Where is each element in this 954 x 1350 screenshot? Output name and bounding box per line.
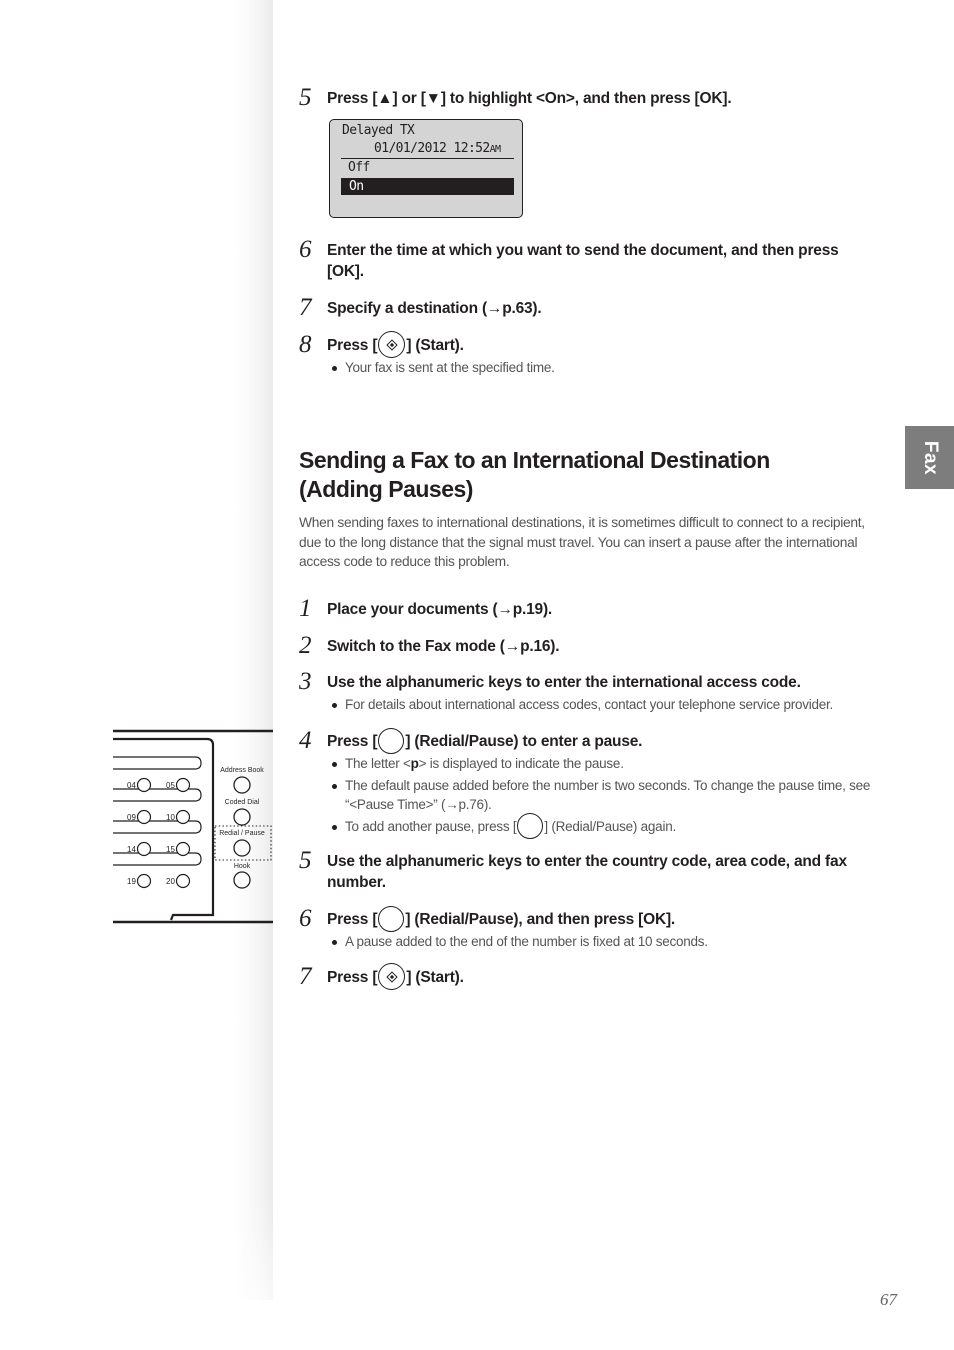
step-5-country-code: 5 Use the alphanumeric keys to enter the…	[299, 847, 879, 893]
panel-button-label: Coded Dial	[225, 799, 260, 806]
step-text: Press [▲] or [▼] to highlight <On>, and …	[327, 90, 732, 107]
panel-button-label: Hook	[234, 863, 251, 870]
step-7-press-start: 7 Press [] (Start).	[299, 963, 879, 991]
step-number: 7	[299, 963, 312, 990]
coded-dial-button	[233, 808, 251, 826]
one-touch-key-label: 20	[166, 877, 175, 886]
note-item: A pause added to the end of the number i…	[329, 932, 879, 952]
panel-button-label: Address Book	[220, 767, 264, 774]
step-text: Enter the time at which you want to send…	[327, 242, 839, 280]
step-2-fax-mode: 2 Switch to the Fax mode (→p.16).	[299, 632, 879, 659]
step-text: Specify a destination (→p.63).	[327, 300, 542, 317]
step-5-highlight-on: 5 Press [▲] or [▼] to highlight <On>, an…	[299, 84, 879, 111]
step-number: 7	[299, 294, 312, 321]
step-4-enter-pause: 4 Press [] (Redial/Pause) to enter a pau…	[299, 727, 879, 839]
step-notes: A pause added to the end of the number i…	[329, 932, 879, 952]
one-touch-key-label: 05	[166, 781, 175, 790]
step-8-press-start: 8 Press [] (Start). Your fax is sent at …	[299, 331, 879, 380]
step-text: Press [] (Start).	[327, 963, 879, 991]
one-touch-key-20	[175, 873, 191, 889]
step-text: Press [] (Start).	[327, 331, 879, 359]
lcd-option-on-selected: On	[341, 178, 514, 195]
one-touch-key-09	[136, 809, 152, 825]
one-touch-panel-outline	[113, 737, 215, 921]
step-text: Use the alphanumeric keys to enter the i…	[327, 674, 801, 691]
step-notes: The letter <p> is displayed to indicate …	[329, 754, 879, 839]
step-number: 6	[299, 905, 312, 932]
step-number: 6	[299, 236, 312, 263]
one-touch-key-label: 04	[127, 781, 136, 790]
step-text: Press [] (Redial/Pause) to enter a pause…	[327, 727, 879, 754]
one-touch-key-14	[136, 841, 152, 857]
step-notes: For details about international access c…	[329, 695, 879, 715]
step-3-access-code: 3 Use the alphanumeric keys to enter the…	[299, 668, 879, 717]
step-text: Place your documents (→p.19).	[327, 601, 553, 618]
step-number: 4	[299, 727, 312, 754]
step-text: Use the alphanumeric keys to enter the c…	[327, 853, 847, 891]
one-touch-key-10	[175, 809, 191, 825]
one-touch-key-label: 09	[127, 813, 136, 822]
one-touch-key-05	[175, 777, 191, 793]
start-button-icon	[378, 963, 406, 991]
note-item: The letter <p> is displayed to indicate …	[329, 754, 879, 774]
panel-button-label: Redial / Pause	[219, 830, 265, 837]
note-item: The default pause added before the numbe…	[329, 776, 879, 815]
label-strip	[113, 756, 202, 770]
page-gutter-shadow-fade	[235, 1200, 275, 1350]
step-number: 8	[299, 331, 312, 358]
page-gutter-shadow	[235, 0, 273, 1300]
one-touch-key-label: 14	[127, 845, 136, 854]
step-text: Press [] (Redial/Pause), and then press …	[327, 905, 879, 932]
one-touch-key-15	[175, 841, 191, 857]
step-number: 3	[299, 668, 312, 695]
page-number: 67	[880, 1290, 897, 1309]
step-number: 5	[299, 847, 312, 874]
step-number: 2	[299, 632, 312, 659]
step-1-place-documents: 1 Place your documents (→p.19).	[299, 595, 879, 622]
redial-pause-button-icon	[378, 727, 405, 754]
redial-pause-button-icon	[517, 812, 544, 839]
step-6-enter-time: 6 Enter the time at which you want to se…	[299, 236, 879, 282]
one-touch-key-label: 15	[166, 845, 175, 854]
lcd-display: Delayed TX 01/01/2012 12:52AM Off On	[329, 119, 523, 218]
chapter-tab-fax[interactable]: Fax	[905, 426, 954, 489]
chapter-tab-label: Fax	[919, 440, 941, 475]
label-strip	[113, 820, 202, 834]
label-strip	[113, 788, 202, 802]
one-touch-key-label: 10	[166, 813, 175, 822]
lcd-datetime: 01/01/2012 12:52AM	[374, 141, 501, 156]
lcd-divider	[341, 158, 514, 159]
redial-pause-button	[233, 839, 251, 857]
note-item: To add another pause, press [] (Redial/P…	[329, 812, 879, 839]
one-touch-key-label: 19	[127, 877, 136, 886]
step-number: 1	[299, 595, 312, 622]
lcd-title: Delayed TX	[342, 123, 415, 138]
step-6-redial-pause-ok: 6 Press [] (Redial/Pause), and then pres…	[299, 905, 879, 954]
address-book-button	[233, 776, 251, 794]
control-panel-drawing: 04 05 09 10 14 15 19 20 Address Book Coded Dial R…	[113, 729, 273, 924]
section-intro: When sending faxes to international dest…	[299, 515, 865, 570]
step-7-specify-destination: 7 Specify a destination (→p.63).	[299, 294, 879, 321]
lcd-option-off: Off	[348, 160, 370, 175]
one-touch-key-04	[136, 777, 152, 793]
label-strip	[113, 852, 202, 866]
control-panel-illustration: 04 05 09 10 14 15 19 20 Address Book Coded Dial R…	[113, 729, 273, 925]
step-notes: Your fax is sent at the specified time.	[329, 358, 879, 378]
note-item: For details about international access c…	[329, 695, 879, 715]
redial-pause-button-icon	[378, 905, 405, 932]
step-number: 5	[299, 84, 312, 111]
hook-button	[233, 871, 251, 889]
one-touch-key-19	[136, 873, 152, 889]
step-text: Switch to the Fax mode (→p.16).	[327, 638, 560, 655]
section-title: Sending a Fax to an International Destin…	[299, 447, 770, 502]
note-item: Your fax is sent at the specified time.	[329, 358, 879, 378]
start-button-icon	[378, 331, 406, 359]
